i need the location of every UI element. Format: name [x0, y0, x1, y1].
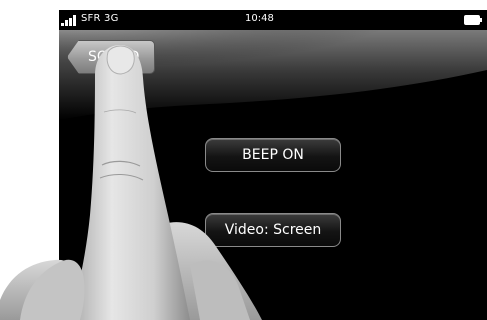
- battery-icon: [464, 15, 482, 25]
- back-button[interactable]: SOUND: [67, 40, 155, 74]
- carrier-label: SFR 3G: [81, 13, 119, 24]
- status-clock: 10:48: [245, 13, 274, 24]
- back-button-label: SOUND: [88, 49, 140, 65]
- video-mode-label: Video: Screen: [224, 222, 322, 238]
- signal-bars-icon: [61, 15, 76, 26]
- phone-screen: SFR 3G 10:48 SOUND BEEP ON Video: Screen: [59, 10, 487, 320]
- beep-toggle-button[interactable]: BEEP ON: [205, 138, 341, 172]
- status-bar: SFR 3G 10:48: [59, 10, 487, 30]
- video-mode-button[interactable]: Video: Screen: [205, 213, 341, 247]
- photo-stage: SFR 3G 10:48 SOUND BEEP ON Video: Screen: [0, 0, 487, 320]
- beep-toggle-label: BEEP ON: [242, 147, 304, 163]
